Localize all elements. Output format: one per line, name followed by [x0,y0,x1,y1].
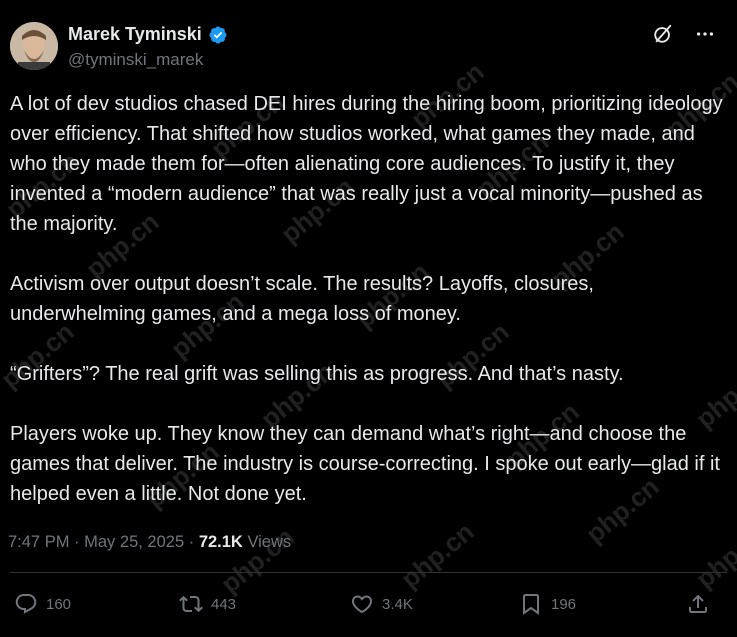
meta-separator: · [188,533,195,551]
views-count[interactable]: 72.1K [199,533,243,551]
like-count: 3.4K [382,595,413,613]
repost-icon [179,595,203,613]
author-handle[interactable]: @tyminski_marek [68,50,228,70]
views-label: Views [247,533,292,551]
repost-count: 443 [211,595,237,613]
reply-button[interactable]: 160 [14,592,71,616]
share-icon [689,594,707,613]
reply-icon [15,594,37,614]
meta-separator: · [74,533,80,551]
verified-badge-icon [208,25,228,45]
bookmark-icon [523,594,539,615]
bookmark-count: 196 [551,595,577,613]
post-paragraph: A lot of dev studios chased DEI hires du… [10,93,723,235]
avatar[interactable] [10,22,58,70]
grok-icon[interactable] [651,22,675,46]
repost-button[interactable]: 443 [179,592,236,616]
post-paragraph: “Grifters”? The real grift was selling t… [10,363,624,385]
post-paragraph: Players woke up. They know they can dema… [10,423,720,505]
share-button[interactable] [686,592,710,616]
post-header: Marek Tyminski @tyminski_marek [10,22,727,74]
post-time[interactable]: 7:47 PM [8,533,69,551]
post-text: A lot of dev studios chased DEI hires du… [10,89,725,509]
divider [10,572,727,573]
action-bar: 160 443 3.4K 196 [14,592,727,622]
like-button[interactable]: 3.4K [350,592,413,616]
post-paragraph: Activism over output doesn’t scale. The … [10,273,594,325]
watermark: php.cn [395,516,480,594]
bookmark-button[interactable]: 196 [519,592,576,616]
post-date[interactable]: May 25, 2025 [84,533,184,551]
reply-count: 160 [46,595,72,613]
more-icon[interactable] [693,22,717,46]
post-meta: 7:47 PM · May 25, 2025 · 72.1K Views [8,533,291,552]
like-icon [351,595,373,614]
watermark: php.cn [690,516,737,594]
author-name[interactable]: Marek Tyminski [68,24,202,45]
